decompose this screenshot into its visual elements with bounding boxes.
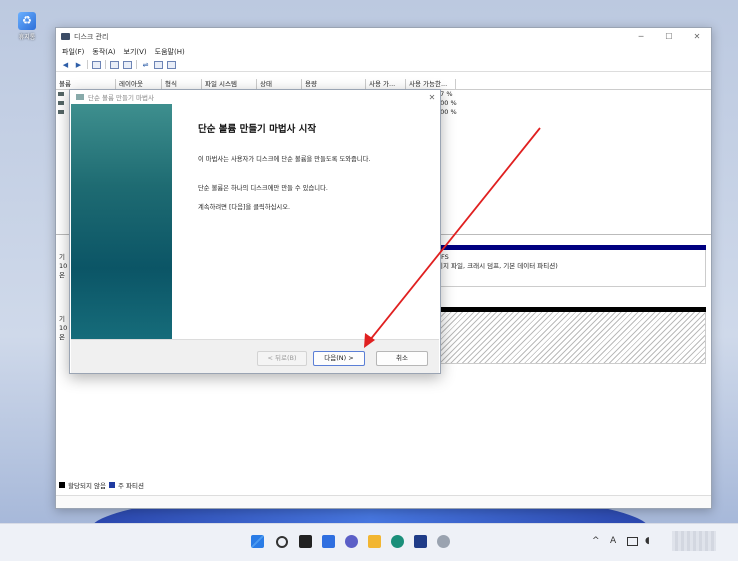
input-language-indicator[interactable]: A (610, 536, 616, 546)
annotation-arrow (364, 127, 541, 348)
settings-icon[interactable] (437, 535, 450, 548)
taskbar: ^ A ◖ (0, 523, 738, 561)
file-explorer-icon[interactable] (368, 535, 381, 548)
network-icon[interactable] (627, 537, 638, 546)
task-view-icon[interactable] (299, 535, 312, 548)
store-icon[interactable] (414, 535, 427, 548)
clock-blurred[interactable] (672, 531, 716, 551)
widgets-icon[interactable] (322, 535, 335, 548)
search-icon[interactable] (276, 536, 288, 548)
volume-icon[interactable]: ◖ (645, 536, 650, 546)
tray-overflow-icon[interactable]: ^ (592, 536, 600, 546)
start-icon[interactable] (251, 535, 264, 548)
edge-icon[interactable] (391, 535, 404, 548)
chat-icon[interactable] (345, 535, 358, 548)
arrow-shaft (369, 127, 541, 341)
